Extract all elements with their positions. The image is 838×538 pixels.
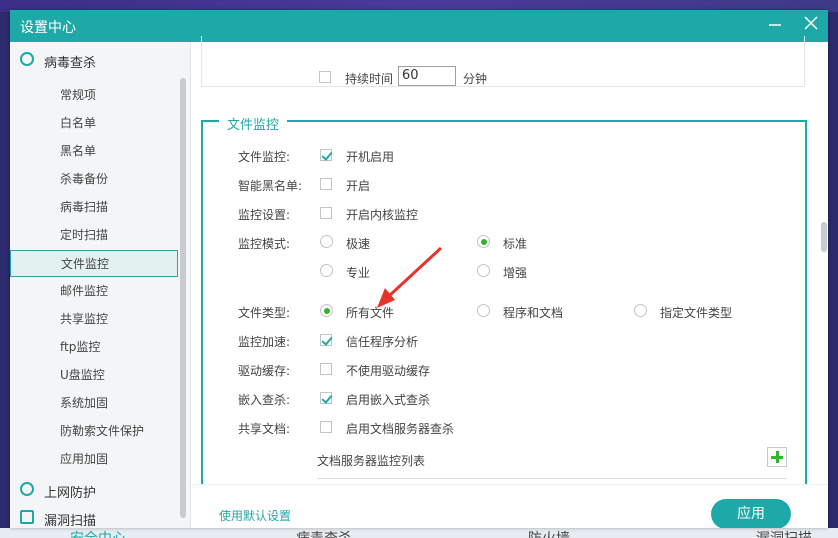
apply-button[interactable]: 应用 — [711, 499, 791, 528]
sidebar-section-label: 漏洞扫描 — [44, 514, 97, 528]
sidebar-item[interactable]: 共享监控 — [10, 306, 178, 333]
red-arrow-annotation — [377, 246, 443, 308]
window-title: 设置中心 — [20, 20, 76, 36]
virus-scan-icon — [20, 52, 34, 66]
minimize-icon — [769, 24, 781, 26]
sidebar-section-vuln[interactable]: 漏洞扫描 — [10, 504, 180, 528]
sidebar-item[interactable]: ftp监控 — [10, 334, 178, 361]
restore-defaults-link[interactable]: 使用默认设置 — [219, 507, 291, 524]
sidebar-item[interactable]: 白名单 — [10, 110, 178, 137]
vuln-scan-icon — [20, 510, 34, 524]
close-icon — [804, 16, 818, 30]
minimize-button[interactable] — [762, 14, 788, 38]
sidebar-section-label: 上网防护 — [44, 486, 97, 501]
sidebar-item[interactable]: 定时扫描 — [10, 222, 178, 249]
sidebar-section-label: 病毒查杀 — [44, 56, 97, 71]
sidebar-item[interactable]: U盘监控 — [10, 362, 178, 389]
sidebar-item[interactable]: 应用加固 — [10, 446, 178, 473]
sidebar-scrollbar[interactable] — [180, 78, 186, 518]
settings-panel: 持续时间 60 分钟 文件监控 文件监控: 智能黑名单: 监控设置: 监控模式:… — [191, 36, 828, 528]
sidebar-item[interactable]: 防勒索文件保护 — [10, 418, 178, 445]
sidebar-item[interactable]: 杀毒备份 — [10, 166, 178, 193]
sidebar-item[interactable]: 邮件监控 — [10, 278, 178, 305]
close-button[interactable] — [798, 14, 824, 38]
web-protect-icon — [20, 482, 34, 496]
sidebar-section-web[interactable]: 上网防护 — [10, 476, 180, 504]
sidebar: 病毒查杀 常规项 白名单 黑名单 杀毒备份 病毒扫描 定时扫描 文件监控 邮件监控 共享监控 ft… — [10, 42, 191, 528]
sidebar-item[interactable]: 常规项 — [10, 82, 178, 109]
sidebar-item[interactable]: 病毒扫描 — [10, 194, 178, 221]
settings-window: 设置中心 病毒查杀 常规项 白名单 黑名单 杀毒备份 病毒扫描 定时扫描 文件监控 邮件监控共… — [10, 10, 828, 528]
bg-tab-vuln: 漏洞扫描 — [756, 528, 812, 538]
bg-tab-firewall: 防火墙 — [528, 528, 570, 538]
sidebar-section-virus[interactable]: 病毒查杀 — [10, 46, 180, 74]
sidebar-item[interactable]: 黑名单 — [10, 138, 178, 165]
background-tabbar: 安全中心 病毒查杀 防火墙 漏洞扫描 — [0, 528, 838, 538]
bg-tab-security: 安全中心 — [70, 528, 126, 538]
sidebar-item[interactable]: 系统加固 — [10, 390, 178, 417]
footer-bar: 使用默认设置 应用 — [191, 484, 828, 528]
sidebar-item[interactable]: 文件监控 — [10, 250, 178, 277]
bg-tab-virus: 病毒查杀 — [296, 528, 352, 538]
